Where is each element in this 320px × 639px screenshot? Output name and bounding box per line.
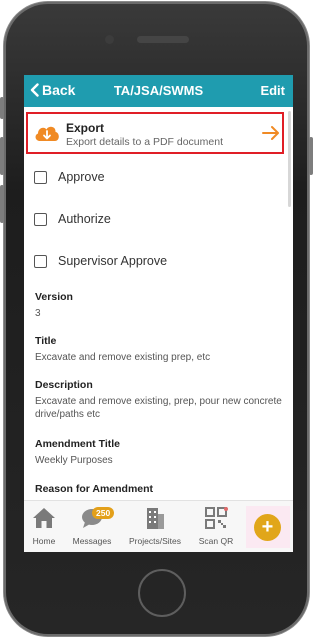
supervisor-approve-checkbox-row[interactable]: Supervisor Approve <box>34 251 167 271</box>
qr-icon <box>205 507 228 529</box>
home-icon <box>33 508 55 528</box>
description-label: Description <box>35 379 93 391</box>
reason-field: Reason for Amendment <box>35 483 283 495</box>
export-title: Export <box>66 121 105 135</box>
messages-badge: 250 <box>92 507 115 519</box>
description-field: Description Excavate and remove existing… <box>35 379 283 421</box>
export-subtitle: Export details to a PDF document <box>66 136 223 148</box>
volume-down-button <box>0 185 4 223</box>
approve-label: Approve <box>58 170 105 184</box>
arrow-right-icon <box>262 126 279 140</box>
supervisor-approve-checkbox[interactable] <box>34 254 47 268</box>
volume-up-button <box>0 137 4 175</box>
edit-button[interactable]: Edit <box>260 83 285 98</box>
app-screen: Back TA/JSA/SWMS Edit Export Export deta… <box>24 75 293 552</box>
version-value: 3 <box>35 308 41 319</box>
version-label: Version <box>35 291 73 303</box>
description-value: Excavate and remove existing, prep, pour… <box>35 396 282 420</box>
title-value: Excavate and remove existing prep, etc <box>35 352 211 363</box>
amendment-title-value: Weekly Purposes <box>35 455 113 466</box>
nav-header: Back TA/JSA/SWMS Edit <box>24 75 293 107</box>
tab-scan-qr-label: Scan QR <box>198 536 234 546</box>
authorize-checkbox[interactable] <box>34 212 47 226</box>
tab-messages-label: Messages <box>72 536 112 546</box>
approve-checkbox-row[interactable]: Approve <box>34 167 105 187</box>
cloud-download-icon <box>35 126 59 141</box>
tab-home[interactable]: Home <box>24 507 70 546</box>
add-fab-button[interactable]: + <box>254 514 281 541</box>
reason-label: Reason for Amendment <box>35 483 154 495</box>
export-row[interactable]: Export Export details to a PDF document <box>26 112 284 154</box>
front-camera <box>105 35 114 44</box>
version-field: Version 3 <box>35 291 283 320</box>
power-button <box>309 137 313 175</box>
amendment-title-label: Amendment Title <box>35 438 120 450</box>
title-field: Title Excavate and remove existing prep,… <box>35 335 283 364</box>
bottom-tab-bar: Home 250 Messages Projects/Sites Scan QR… <box>24 500 293 552</box>
tab-messages[interactable]: 250 Messages <box>66 507 118 546</box>
earpiece-speaker <box>137 36 189 43</box>
authorize-checkbox-row[interactable]: Authorize <box>34 209 111 229</box>
tab-projects-sites[interactable]: Projects/Sites <box>129 507 181 546</box>
mute-switch <box>0 97 4 119</box>
tab-home-label: Home <box>32 536 56 546</box>
tab-scan-qr[interactable]: Scan QR <box>190 507 242 546</box>
building-icon <box>147 508 164 529</box>
tab-projects-sites-label: Projects/Sites <box>129 536 181 546</box>
title-label: Title <box>35 335 57 347</box>
approve-checkbox[interactable] <box>34 170 47 184</box>
authorize-label: Authorize <box>58 212 111 226</box>
home-hardware-button[interactable] <box>138 569 186 617</box>
page-title: TA/JSA/SWMS <box>113 83 204 98</box>
amendment-title-field: Amendment Title Weekly Purposes <box>35 438 283 467</box>
scrollbar[interactable] <box>288 111 291 207</box>
supervisor-approve-label: Supervisor Approve <box>58 254 168 268</box>
